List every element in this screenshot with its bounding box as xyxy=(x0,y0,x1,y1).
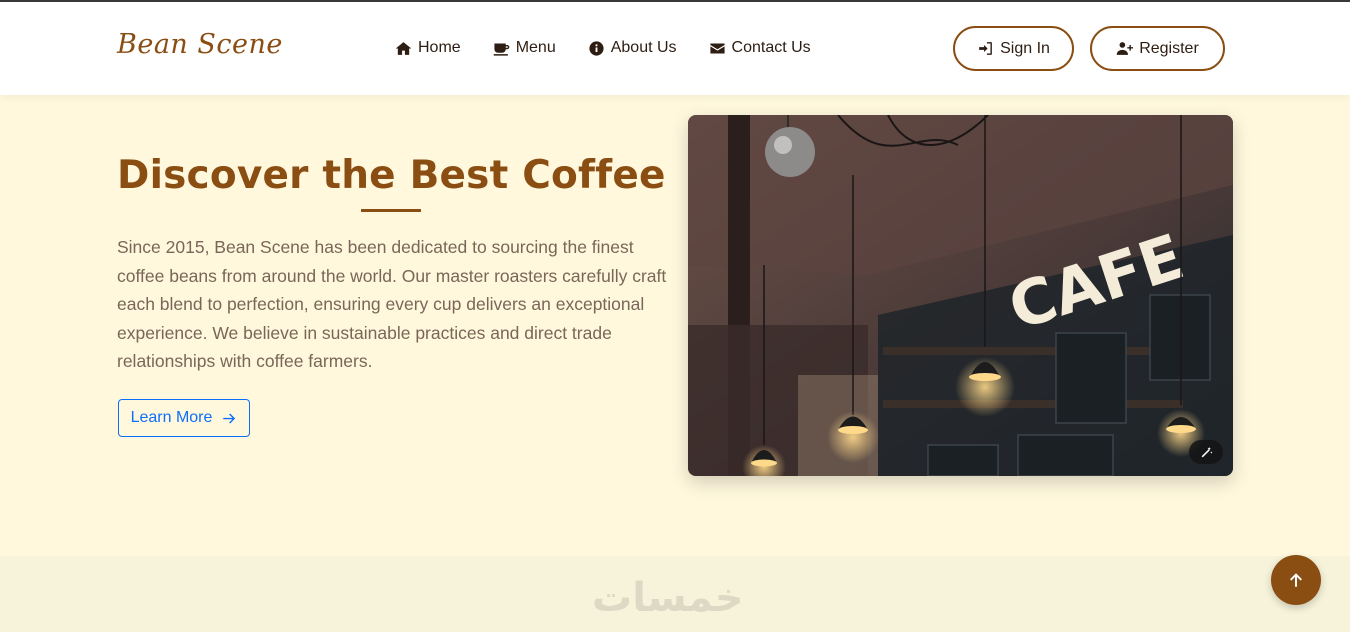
hero-description: Since 2015, Bean Scene has been dedicate… xyxy=(117,237,667,371)
scroll-to-top-button[interactable] xyxy=(1271,555,1321,605)
title-underline xyxy=(361,209,421,212)
coffee-cup-icon xyxy=(493,43,509,56)
cafe-interior-illustration: CAFE xyxy=(688,115,1233,476)
arrow-up-icon xyxy=(1290,573,1302,587)
arrow-right-icon xyxy=(223,413,236,423)
info-icon xyxy=(589,40,604,56)
user-plus-icon xyxy=(1116,42,1134,55)
sign-in-button[interactable]: Sign In xyxy=(953,26,1074,71)
nav-home[interactable]: Home xyxy=(395,37,461,59)
nav-about[interactable]: About Us xyxy=(588,37,677,59)
magic-wand-icon xyxy=(1201,446,1212,457)
nav-about-label: About Us xyxy=(610,39,677,56)
hero-image: CAFE xyxy=(688,115,1233,476)
nav-contact-label: Contact Us xyxy=(731,39,811,56)
main-nav: Home Menu About Us Contact Us xyxy=(395,37,843,59)
navbar: Bean Scene Home Menu About Us Contact Us… xyxy=(0,2,1350,95)
register-label: Register xyxy=(1139,39,1199,57)
brand-logo[interactable]: Bean Scene xyxy=(117,29,283,60)
envelope-icon xyxy=(709,43,725,53)
home-icon xyxy=(395,41,412,55)
hero-title: Discover the Best Coffee xyxy=(117,153,666,198)
sign-in-label: Sign In xyxy=(1000,39,1050,57)
nav-menu[interactable]: Menu xyxy=(493,37,556,59)
register-button[interactable]: Register xyxy=(1090,26,1225,71)
learn-more-button[interactable]: Learn More xyxy=(118,399,250,437)
magic-wand-badge[interactable] xyxy=(1189,440,1223,464)
nav-home-label: Home xyxy=(418,39,461,56)
watermark-text: خمسات xyxy=(592,575,744,621)
nav-menu-label: Menu xyxy=(515,39,556,56)
learn-more-label: Learn More xyxy=(130,409,213,426)
nav-contact[interactable]: Contact Us xyxy=(709,37,811,59)
sign-in-icon xyxy=(979,42,992,55)
